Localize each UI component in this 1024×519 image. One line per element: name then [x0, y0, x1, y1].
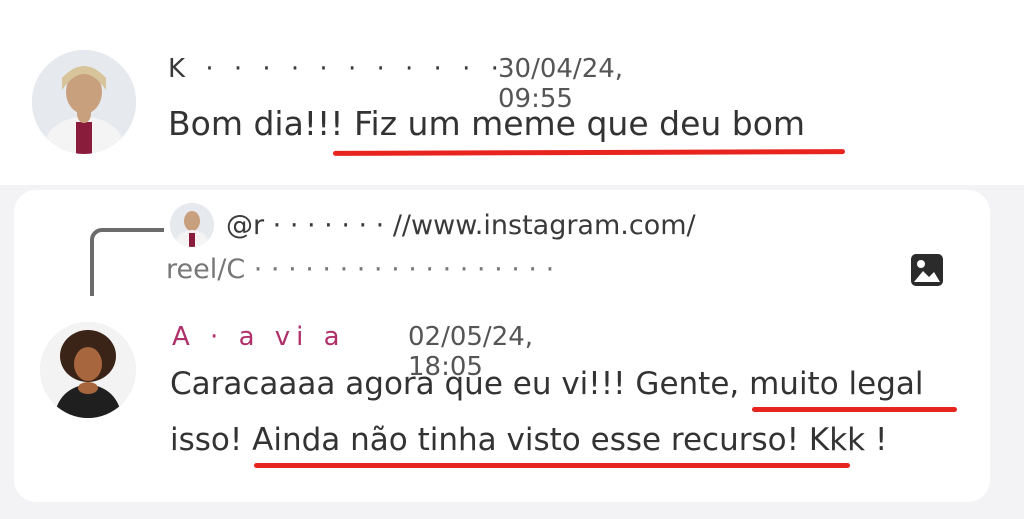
image-icon[interactable]: [910, 253, 944, 287]
reply-preview-line-1[interactable]: @r · · · · · · · //www.instagram.com/: [226, 210, 696, 241]
message-text-line-2: isso! Ainda não tinha visto esse recurso…: [170, 422, 888, 458]
avatar[interactable]: [40, 322, 136, 418]
author-name[interactable]: A · a vi a: [172, 322, 346, 352]
message-text: Bom dia!!! Fiz um meme que deu bom: [168, 104, 806, 143]
avatar[interactable]: [32, 50, 136, 154]
message-text-line-1: Caracaaaa agora que eu vi!!! Gente, muit…: [170, 366, 924, 402]
highlight-underline: [254, 463, 850, 468]
reply-connector: [90, 228, 164, 296]
reply-preview-line-2[interactable]: reel/C · · · · · · · · · · · · · · · · ·…: [166, 254, 554, 285]
reply-avatar[interactable]: [170, 203, 214, 247]
avatar-woman-1-small-icon: [170, 203, 214, 247]
author-name[interactable]: K · · · · · · · · · · ·: [168, 54, 505, 84]
avatar-woman-1-icon: [32, 50, 136, 154]
highlight-underline: [752, 407, 957, 412]
message-1-meta: K · · · · · · · · · · · 30/04/24, 09:55: [168, 54, 623, 114]
avatar-woman-2-icon: [40, 322, 136, 418]
message-2-meta: A · a vi a 02/05/24, 18:05: [172, 322, 533, 382]
